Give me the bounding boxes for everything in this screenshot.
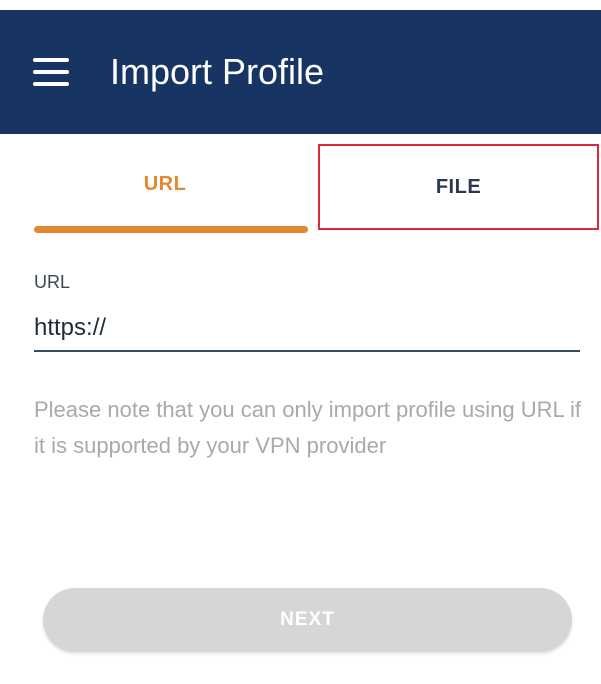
page-title: Import Profile (110, 51, 325, 92)
tab-url[interactable]: URL (0, 134, 330, 234)
tab-bar: URL FILE (0, 134, 601, 236)
import-note: Please note that you can only import pro… (34, 397, 582, 458)
selected-tab-indicator (34, 226, 308, 233)
tab-file[interactable]: FILE (318, 144, 599, 230)
url-field-label: URL (34, 272, 71, 292)
status-area (0, 0, 601, 10)
app-bar: Import Profile (0, 10, 601, 134)
hamburger-menu-icon[interactable] (30, 52, 74, 92)
import-profile-screen: { "appbar": { "title": "Import Profile",… (0, 0, 601, 684)
url-input[interactable] (34, 306, 580, 352)
next-button[interactable]: NEXT (43, 588, 572, 652)
